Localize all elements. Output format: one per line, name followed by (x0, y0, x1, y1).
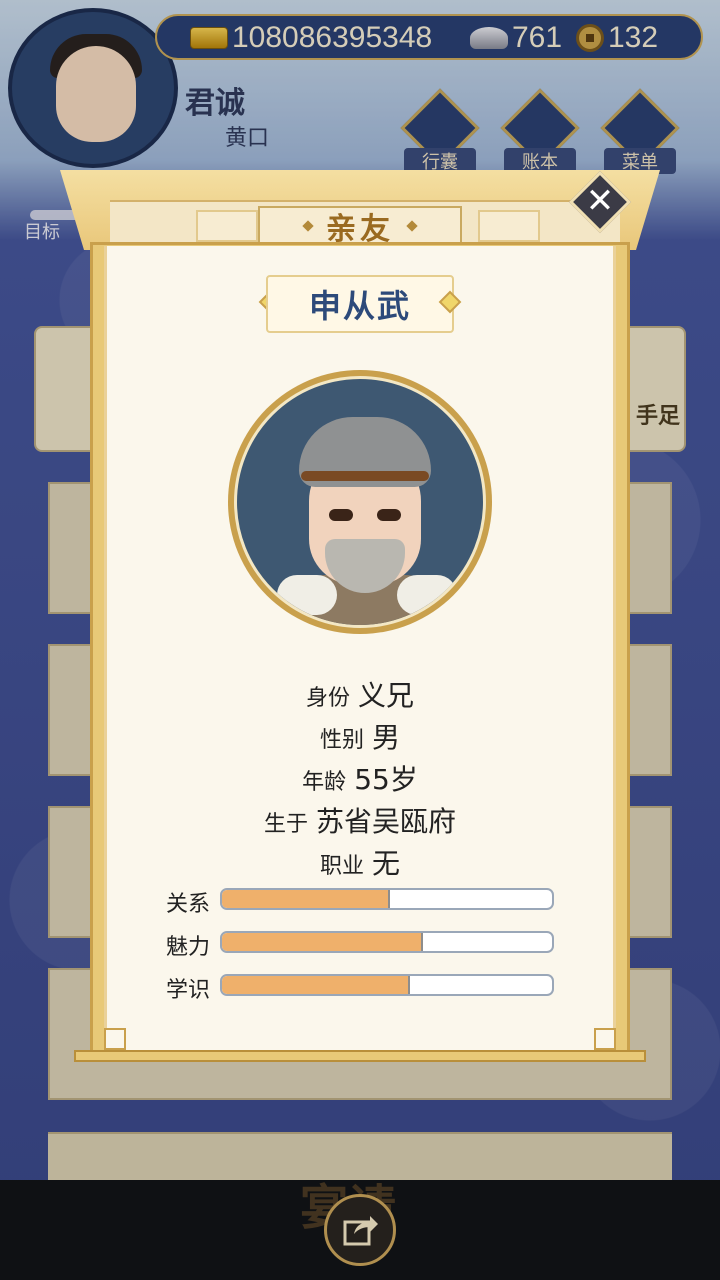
birthplace-value: 苏省吴瓯府 (316, 805, 457, 838)
character-portrait (228, 370, 492, 634)
character-name-plate: 申从武 (266, 275, 454, 333)
modal-bottom-rail (74, 1050, 646, 1062)
portrait-eye (377, 509, 401, 521)
knowledge-bar (220, 974, 554, 996)
title-dot (302, 220, 314, 232)
knowledge-bar-fill (222, 976, 411, 994)
relation-bar (220, 888, 554, 910)
header-ornament (196, 210, 258, 242)
birthplace-row: 生于 苏省吴瓯府 (104, 800, 616, 840)
portrait-fur (397, 575, 457, 615)
age-value: 55岁 (354, 763, 418, 796)
title-dot (406, 220, 418, 232)
gender-row: 性别男 (104, 716, 616, 756)
charm-bar-fill (222, 933, 424, 951)
identity-value: 义兄 (358, 679, 415, 712)
corner-ornament (594, 1028, 616, 1050)
close-icon[interactable]: ✕ (578, 180, 622, 224)
occupation-value: 无 (372, 847, 401, 880)
portrait-headband (301, 471, 429, 481)
corner-ornament (104, 1028, 126, 1050)
occupation-row: 职业无 (104, 842, 616, 882)
header-ornament (478, 210, 540, 242)
character-name: 申从武 (308, 287, 411, 325)
age-row: 年龄 55岁 (104, 758, 616, 798)
age-label: 年龄 (302, 770, 347, 795)
relation-bar-fill (222, 890, 391, 908)
modal-title-plate: 亲友 (258, 206, 462, 247)
charm-bar (220, 931, 554, 953)
identity-label: 身份 (305, 686, 350, 711)
portrait-fur (277, 575, 337, 615)
identity-row: 身份 义兄 (104, 674, 616, 714)
knowledge-label: 学识 (166, 978, 211, 1003)
gender-label: 性别 (319, 728, 364, 753)
relation-label: 关系 (166, 892, 211, 917)
charm-label: 魅力 (166, 935, 211, 960)
occupation-label: 职业 (319, 854, 364, 879)
gender-value: 男 (372, 721, 401, 754)
portrait-image (234, 376, 486, 628)
birthplace-label: 生于 (263, 812, 308, 837)
portrait-eye (329, 509, 353, 521)
